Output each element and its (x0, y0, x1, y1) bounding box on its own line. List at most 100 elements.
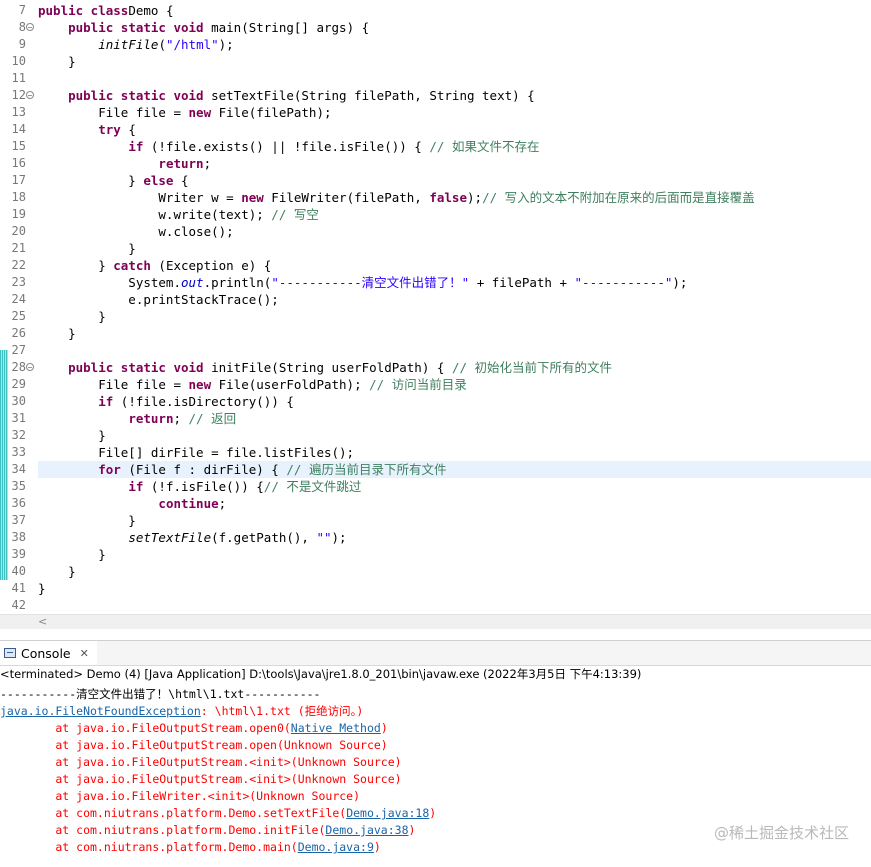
code-line[interactable]: 26 } (0, 325, 871, 342)
line-number: 16 (11, 156, 26, 170)
fold-toggle-icon[interactable]: − (26, 363, 34, 372)
code-line[interactable]: 13 File file = new File(filePath); (0, 104, 871, 121)
stacktrace-link[interactable]: Native Method (291, 721, 381, 735)
code-line[interactable]: 24 e.printStackTrace(); (0, 291, 871, 308)
code-line[interactable]: 17 } else { (0, 172, 871, 189)
code-token: } (38, 54, 76, 69)
code-line[interactable]: 22 } catch (Exception e) { (0, 257, 871, 274)
horizontal-scrollbar[interactable]: < (0, 614, 871, 629)
console-stderr-line: at java.io.FileWriter.<init>(Unknown Sou… (0, 788, 360, 805)
code-line[interactable]: 31 return; // 返回 (0, 410, 871, 427)
code-line[interactable]: 10 } (0, 53, 871, 70)
code-line[interactable]: 41} (0, 580, 871, 597)
code-token: .println( (203, 275, 272, 290)
code-line[interactable]: 28− public static void initFile(String u… (0, 359, 871, 376)
code-text: File file = new File(filePath); (38, 104, 871, 121)
code-token: 写空 (293, 207, 319, 222)
code-token: out (181, 275, 204, 290)
fold-toggle-icon[interactable]: − (26, 23, 34, 32)
code-line[interactable]: 39 } (0, 546, 871, 563)
code-line[interactable]: 20 w.close(); (0, 223, 871, 240)
code-line[interactable]: 15 if (!file.exists() || !file.isFile())… (0, 138, 871, 155)
stacktrace-link[interactable]: Demo.java:9 (298, 840, 374, 854)
code-token: if (128, 139, 144, 154)
console-text: at com.niutrans.platform.Demo.setTextFil… (0, 806, 347, 820)
code-token: e.printStackTrace(); (38, 292, 279, 307)
console-stderr-line: at com.niutrans.platform.Demo.setTextFil… (0, 805, 436, 822)
code-line[interactable]: 16 return; (0, 155, 871, 172)
code-line[interactable]: 38 setTextFile(f.getPath(), ""); (0, 529, 871, 546)
code-token: false (429, 190, 467, 205)
code-text: if (!file.isDirectory()) { (38, 393, 871, 410)
code-token: ; (203, 156, 212, 171)
code-token: public static void (68, 88, 204, 103)
code-line[interactable]: 35 if (!f.isFile()) {// 不是文件跳过 (0, 478, 871, 495)
code-token: (f.getPath(), (211, 530, 317, 545)
scroll-left-icon[interactable]: < (38, 615, 47, 628)
line-number: 29 (11, 377, 26, 391)
code-line[interactable]: 18 Writer w = new FileWriter(filePath, f… (0, 189, 871, 206)
line-number: 36 (11, 496, 26, 510)
code-line[interactable]: 7 public classDemo { (0, 2, 871, 19)
code-line[interactable]: 36 continue; (0, 495, 871, 512)
stacktrace-link[interactable]: java.io.FileNotFoundException (0, 704, 201, 718)
console-stderr-line: at java.io.FileOutputStream.<init>(Unkno… (0, 754, 402, 771)
code-token: File[] dirFile = file.listFiles(); (38, 445, 355, 460)
code-token: 清空文件出错了！ (361, 275, 462, 290)
console-text: at java.io.FileWriter.<init>(Unknown Sou… (0, 789, 361, 803)
code-line[interactable]: 8− public static void main(String[] args… (0, 19, 871, 36)
code-line[interactable]: 27 (0, 342, 871, 359)
code-line[interactable]: 30 if (!file.isDirectory()) { (0, 393, 871, 410)
code-token: File file = (38, 377, 189, 392)
stacktrace-link[interactable]: Demo.java:38 (325, 823, 408, 837)
code-token: else (143, 173, 174, 188)
code-line[interactable]: 11 (0, 70, 871, 87)
code-line-current[interactable]: 34 for (File f : dirFile) { // 遍历当前目录下所有… (0, 461, 871, 478)
code-token: new (188, 377, 212, 392)
code-text: System.out.println("-----------清空文件出错了！ "… (38, 274, 871, 291)
line-number: 32 (11, 428, 26, 442)
code-token: 访问当前目录 (391, 377, 467, 392)
code-line[interactable]: 12− public static void setTextFile(Strin… (0, 87, 871, 104)
code-token: new (188, 105, 212, 120)
code-text: } (38, 563, 871, 580)
code-line[interactable]: 33 File[] dirFile = file.listFiles(); (0, 444, 871, 461)
code-line[interactable]: 29 File file = new File(userFoldPath); /… (0, 376, 871, 393)
tab-console[interactable]: Console ✕ (0, 641, 97, 665)
code-token: public class (38, 3, 129, 18)
code-line[interactable]: 21 } (0, 240, 871, 257)
code-token: 遍历当前目录下所有文件 (308, 462, 447, 477)
code-token: // (482, 190, 505, 205)
console-text: at com.niutrans.platform.Demo.initFile( (0, 823, 326, 837)
fold-toggle-icon[interactable]: − (26, 91, 34, 100)
code-token: for (98, 462, 121, 477)
code-line[interactable]: 19 w.write(text); // 写空 (0, 206, 871, 223)
stacktrace-link[interactable]: Demo.java:18 (346, 806, 429, 820)
code-token: "-----------" (574, 275, 673, 290)
code-text: public static void main(String[] args) { (38, 19, 871, 36)
close-icon[interactable]: ✕ (80, 647, 89, 660)
code-token: // (271, 207, 294, 222)
code-line[interactable]: 23 System.out.println("-----------清空文件出错… (0, 274, 871, 291)
code-token: ; (218, 496, 227, 511)
code-token: public static void (68, 20, 204, 35)
line-number: 8 (18, 20, 26, 34)
code-line[interactable]: 9 initFile("/html"); (0, 36, 871, 53)
code-token: Writer w = (38, 190, 242, 205)
code-text: return; (38, 155, 871, 172)
code-line[interactable]: 25 } (0, 308, 871, 325)
code-line[interactable]: 37 } (0, 512, 871, 529)
code-token: try (98, 122, 121, 137)
code-line[interactable]: 14 try { (0, 121, 871, 138)
code-editor[interactable]: 7 public classDemo {8− public static void… (0, 0, 871, 614)
code-line[interactable]: 32 } (0, 427, 871, 444)
code-token: "" (316, 530, 332, 545)
code-line[interactable]: 40 } (0, 563, 871, 580)
code-line[interactable]: 42 (0, 597, 871, 614)
console-text: at java.io.FileOutputStream.<init>(Unkno… (0, 755, 402, 769)
